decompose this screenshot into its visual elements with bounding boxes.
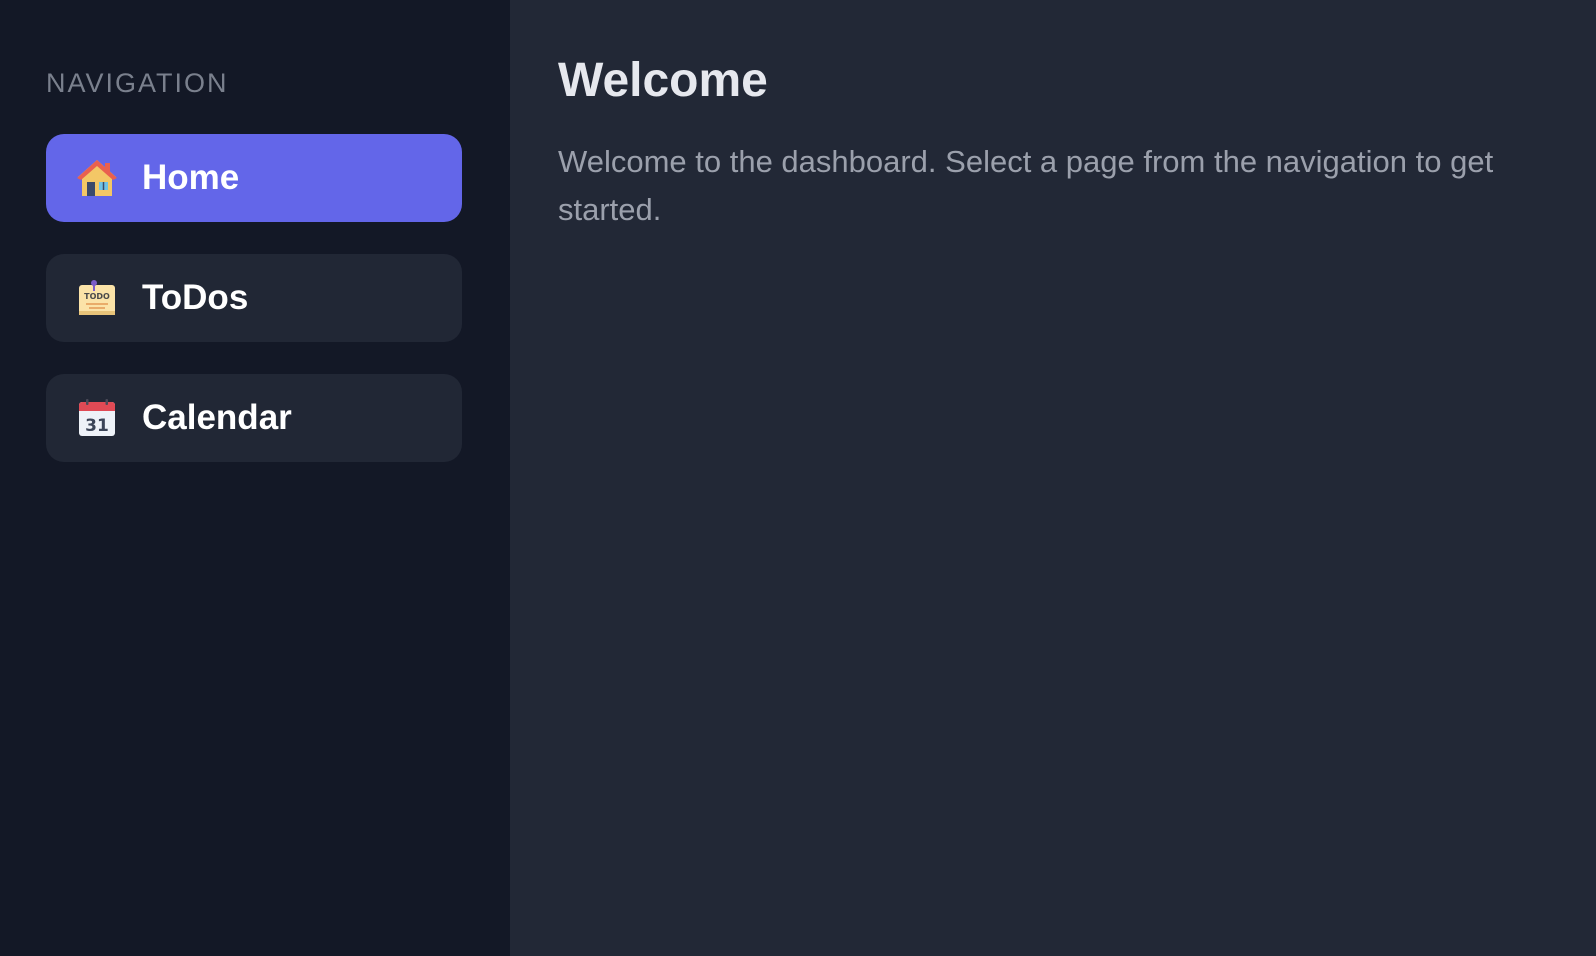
sidebar-item-label: Home [142,158,240,197]
sidebar-item-todos[interactable]: TODO ToDos [46,254,462,342]
page-title: Welcome [558,54,768,107]
page-description: Welcome to the dashboard. Select a page … [558,144,1494,227]
house-icon [76,157,118,199]
nav-heading: NAVIGATION [46,68,229,98]
sidebar: NAVIGATION Home TODO ToDos 31 Calendar [0,0,510,956]
sidebar-item-label: Calendar [142,398,292,437]
sidebar-item-label: ToDos [142,278,249,317]
todo-note-icon: TODO [76,277,118,319]
calendar-icon-text: 31 [85,416,109,436]
app-window: NAVIGATION Home TODO ToDos 31 Calendar W… [0,0,1596,956]
main-content: Welcome Welcome to the dashboard. Select… [510,0,1596,956]
todo-icon-text: TODO [84,292,110,301]
nav-list: Home TODO ToDos 31 Calendar [46,134,464,462]
calendar-icon: 31 [76,397,118,439]
sidebar-item-calendar[interactable]: 31 Calendar [46,374,462,462]
sidebar-item-home[interactable]: Home [46,134,462,222]
